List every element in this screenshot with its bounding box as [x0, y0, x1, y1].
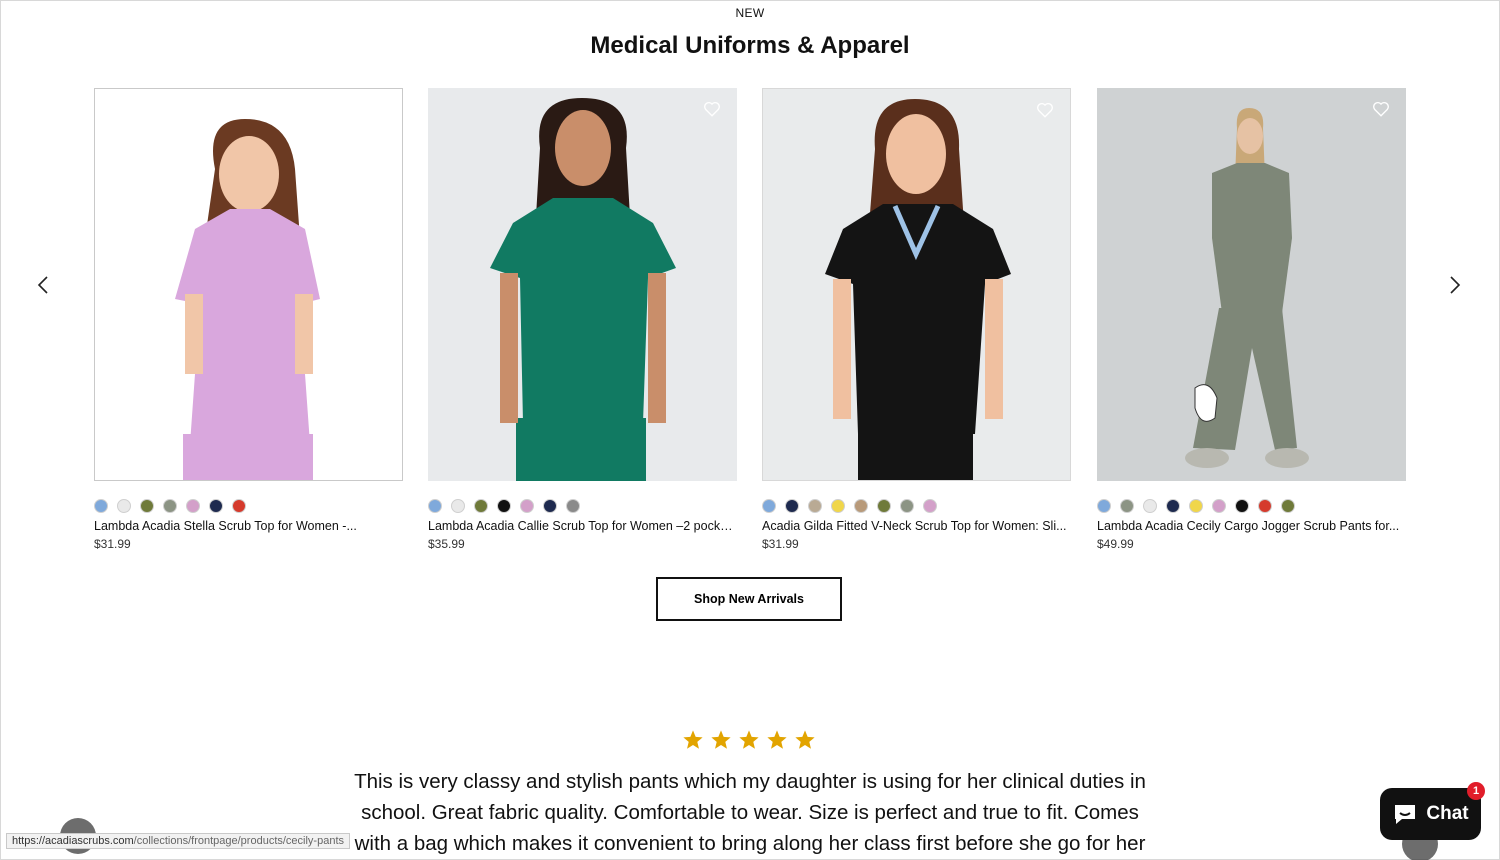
color-swatch[interactable]	[762, 499, 776, 513]
chat-button[interactable]: Chat	[1380, 788, 1481, 840]
chat-label: Chat	[1426, 803, 1469, 824]
product-card[interactable]: Lambda Acadia Callie Scrub Top for Women…	[428, 88, 737, 551]
color-swatch[interactable]	[209, 499, 223, 513]
carousel-next-button[interactable]	[1442, 272, 1468, 298]
product-name[interactable]: Lambda Acadia Callie Scrub Top for Women…	[428, 519, 733, 533]
product-price: $49.99	[1097, 537, 1134, 551]
product-card[interactable]: Lambda Acadia Cecily Cargo Jogger Scrub …	[1097, 88, 1406, 551]
wishlist-heart-icon[interactable]	[703, 100, 721, 118]
color-swatch[interactable]	[1120, 499, 1134, 513]
product-photo	[428, 88, 737, 481]
color-swatch[interactable]	[94, 499, 108, 513]
color-swatch[interactable]	[1258, 499, 1272, 513]
carousel-prev-button[interactable]	[30, 272, 56, 298]
product-photo	[1097, 88, 1406, 481]
star-icon	[795, 730, 815, 749]
color-swatches	[94, 499, 403, 513]
color-swatch[interactable]	[1235, 499, 1249, 513]
section-eyebrow: NEW	[735, 6, 765, 20]
color-swatch[interactable]	[900, 499, 914, 513]
review-text: This is very classy and stylish pants wh…	[340, 766, 1160, 859]
color-swatch[interactable]	[474, 499, 488, 513]
product-photo	[95, 89, 402, 480]
color-swatch[interactable]	[808, 499, 822, 513]
color-swatch[interactable]	[877, 499, 891, 513]
color-swatch[interactable]	[520, 499, 534, 513]
product-card[interactable]: Acadia Gilda Fitted V-Neck Scrub Top for…	[762, 88, 1071, 551]
color-swatch[interactable]	[497, 499, 511, 513]
product-name[interactable]: Lambda Acadia Cecily Cargo Jogger Scrub …	[1097, 519, 1402, 533]
wishlist-heart-icon[interactable]	[1372, 100, 1390, 118]
color-swatch[interactable]	[1143, 499, 1157, 513]
star-icon	[711, 730, 731, 749]
color-swatch[interactable]	[428, 499, 442, 513]
product-price: $31.99	[94, 537, 131, 551]
chat-notification-badge: 1	[1467, 782, 1485, 800]
color-swatch[interactable]	[186, 499, 200, 513]
review-rating	[682, 729, 816, 751]
color-swatch[interactable]	[1166, 499, 1180, 513]
star-icon	[767, 730, 787, 749]
color-swatch[interactable]	[117, 499, 131, 513]
color-swatches	[428, 499, 737, 513]
product-price: $35.99	[428, 537, 465, 551]
color-swatch[interactable]	[1189, 499, 1203, 513]
color-swatch[interactable]	[854, 499, 868, 513]
color-swatch[interactable]	[785, 499, 799, 513]
product-image[interactable]	[94, 88, 403, 481]
color-swatch[interactable]	[566, 499, 580, 513]
chat-bubble-icon	[1395, 805, 1416, 824]
product-image[interactable]	[428, 88, 737, 481]
color-swatch[interactable]	[1212, 499, 1226, 513]
color-swatch[interactable]	[140, 499, 154, 513]
color-swatch[interactable]	[451, 499, 465, 513]
chevron-right-icon	[1450, 276, 1461, 294]
review-line: with a bag which makes it convenient to …	[354, 832, 1146, 855]
product-image[interactable]	[1097, 88, 1406, 481]
wishlist-heart-icon[interactable]	[1036, 101, 1054, 119]
url-host: https://acadiascrubs.com	[12, 835, 134, 847]
chevron-left-icon	[37, 276, 48, 294]
color-swatches	[1097, 499, 1406, 513]
color-swatch[interactable]	[543, 499, 557, 513]
color-swatches	[762, 499, 1071, 513]
product-price: $31.99	[762, 537, 799, 551]
color-swatch[interactable]	[831, 499, 845, 513]
star-icon	[739, 730, 759, 749]
section-title: Medical Uniforms & Apparel	[590, 32, 910, 59]
product-photo	[763, 89, 1070, 480]
shop-new-arrivals-button[interactable]: Shop New Arrivals	[656, 577, 842, 621]
color-swatch[interactable]	[232, 499, 246, 513]
product-name[interactable]: Acadia Gilda Fitted V-Neck Scrub Top for…	[762, 519, 1067, 533]
product-image[interactable]	[762, 88, 1071, 481]
review-line: This is very classy and stylish pants wh…	[354, 770, 1146, 793]
review-line: school. Great fabric quality. Comfortabl…	[361, 801, 1139, 824]
product-card[interactable]: Lambda Acadia Stella Scrub Top for Women…	[94, 88, 403, 551]
star-icon	[683, 730, 703, 749]
color-swatch[interactable]	[1097, 499, 1111, 513]
product-name[interactable]: Lambda Acadia Stella Scrub Top for Women…	[94, 519, 399, 533]
color-swatch[interactable]	[163, 499, 177, 513]
color-swatch[interactable]	[1281, 499, 1295, 513]
color-swatch[interactable]	[923, 499, 937, 513]
status-bar-url: https://acadiascrubs.com/collections/fro…	[6, 833, 351, 849]
url-path: /collections/frontpage/products/cecily-p…	[133, 835, 345, 847]
